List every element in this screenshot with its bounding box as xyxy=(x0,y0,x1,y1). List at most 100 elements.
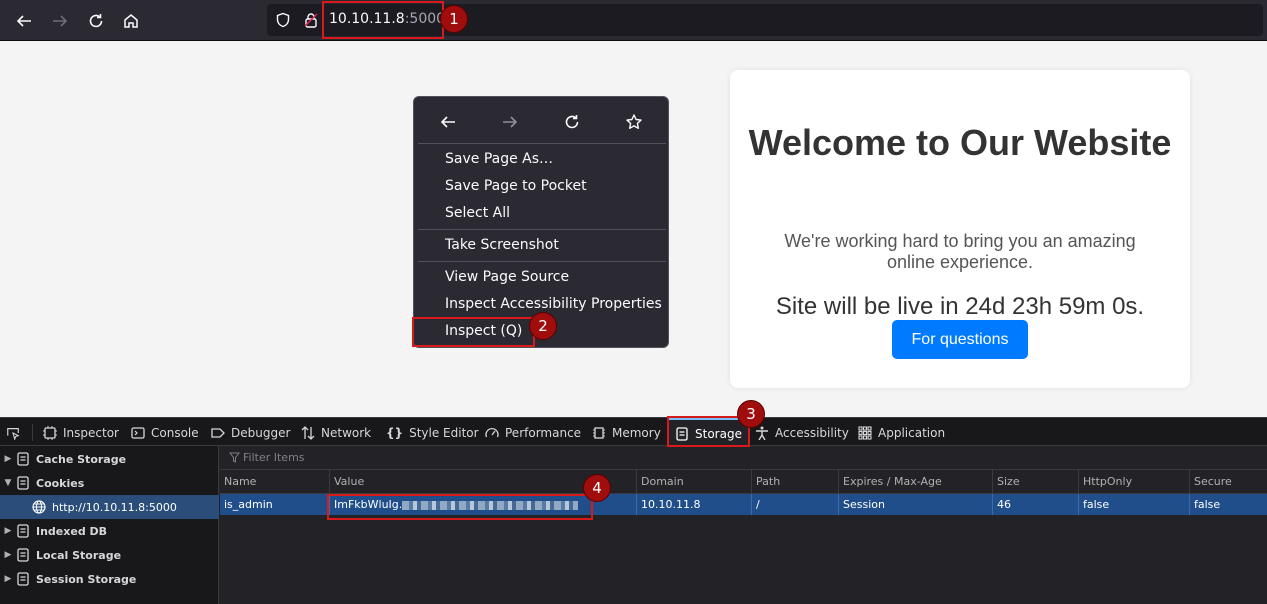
menu-separator xyxy=(418,143,666,144)
forward-arrow-icon[interactable] xyxy=(497,109,523,135)
menu-separator xyxy=(418,261,666,262)
filter-bar[interactable]: Filter Items xyxy=(220,446,1267,470)
annotation-badge-3: 3 xyxy=(737,400,765,428)
application-grid-icon xyxy=(858,425,872,440)
tab-style-editor[interactable]: {} Style Editor xyxy=(386,418,479,447)
sidebar-item-label: Local Storage xyxy=(36,548,122,562)
tab-accessibility[interactable]: Accessibility xyxy=(755,418,849,447)
sidebar-item-label: Cookies xyxy=(36,476,85,490)
sidebar-item-indexed-db[interactable]: ▶ Indexed DB xyxy=(0,519,219,543)
annotation-box-storage xyxy=(667,416,750,447)
column-header-path[interactable]: Path xyxy=(752,470,839,494)
cookie-secure[interactable]: false xyxy=(1190,494,1267,515)
reload-icon[interactable] xyxy=(559,109,585,135)
memory-icon xyxy=(593,426,605,439)
debugger-icon xyxy=(211,427,225,438)
collapse-triangle-icon[interactable]: ▼ xyxy=(0,478,16,488)
annotation-badge-2: 2 xyxy=(529,312,557,340)
accessibility-icon xyxy=(756,426,768,440)
tab-label: Style Editor xyxy=(409,425,479,440)
shield-icon[interactable] xyxy=(275,12,291,28)
storage-icon xyxy=(17,524,29,538)
sidebar-item-label: Cache Storage xyxy=(36,452,127,466)
lock-icon[interactable] xyxy=(303,12,319,28)
storage-icon xyxy=(17,572,29,586)
column-header-secure[interactable]: Secure xyxy=(1190,470,1267,494)
storage-icon xyxy=(17,548,29,562)
menu-separator xyxy=(418,229,666,230)
tab-label: Console xyxy=(151,425,199,440)
forward-arrow-icon[interactable] xyxy=(47,8,73,34)
tab-console[interactable]: Console xyxy=(131,418,199,447)
context-menu: Save Page As… Save Page to Pocket Select… xyxy=(413,96,669,348)
sidebar-item-cache-storage[interactable]: ▶ Cache Storage xyxy=(0,447,219,471)
cookie-path[interactable]: / xyxy=(752,494,839,515)
cookie-size[interactable]: 46 xyxy=(993,494,1079,515)
cookie-name[interactable]: is_admin xyxy=(220,494,330,515)
table-header: Name Value Domain Path Expires / Max-Age… xyxy=(220,470,1267,494)
tab-label: Performance xyxy=(505,425,582,440)
cookie-domain[interactable]: 10.10.11.8 xyxy=(637,494,752,515)
storage-icon xyxy=(17,452,29,466)
tab-network[interactable]: Network xyxy=(301,418,371,447)
tab-label: Application xyxy=(878,425,946,440)
expand-triangle-icon[interactable]: ▶ xyxy=(0,454,16,464)
page-title: Welcome to Our Website xyxy=(748,122,1172,163)
network-icon xyxy=(301,425,315,440)
expand-triangle-icon[interactable]: ▶ xyxy=(0,574,16,584)
tab-inspector[interactable]: Inspector xyxy=(43,418,119,447)
sidebar-item-cookie-origin[interactable]: http://10.10.11.8:5000 xyxy=(0,495,219,519)
back-arrow-icon[interactable] xyxy=(435,109,461,135)
annotation-badge-1: 1 xyxy=(440,5,468,33)
menu-item-save-to-pocket[interactable]: Save Page to Pocket xyxy=(445,178,587,194)
sidebar-item-session-storage[interactable]: ▶ Session Storage xyxy=(0,567,219,591)
browser-toolbar: 10.10.11.8:5000 xyxy=(0,0,1267,41)
tab-label: Inspector xyxy=(63,425,119,440)
column-header-size[interactable]: Size xyxy=(993,470,1079,494)
column-header-expires[interactable]: Expires / Max-Age xyxy=(839,470,993,494)
tab-label: Debugger xyxy=(231,425,291,440)
performance-icon xyxy=(485,427,499,437)
element-picker-icon[interactable] xyxy=(6,418,20,447)
annotation-box-url xyxy=(322,1,444,39)
sidebar-item-label: Indexed DB xyxy=(36,524,108,538)
welcome-card: Welcome to Our Website We're working har… xyxy=(730,70,1190,388)
home-icon[interactable] xyxy=(118,8,144,34)
bookmark-star-icon[interactable] xyxy=(621,109,647,135)
annotation-badge-4: 4 xyxy=(583,474,611,502)
menu-item-select-all[interactable]: Select All xyxy=(445,205,510,221)
column-header-domain[interactable]: Domain xyxy=(637,470,752,494)
expand-triangle-icon[interactable]: ▶ xyxy=(0,550,16,560)
countdown-text: Site will be live in 24d 23h 59m 0s. xyxy=(775,293,1145,320)
reload-icon[interactable] xyxy=(83,8,109,34)
column-header-name[interactable]: Name xyxy=(220,470,330,494)
menu-item-view-source[interactable]: View Page Source xyxy=(445,269,569,285)
tab-memory[interactable]: Memory xyxy=(592,418,661,447)
sidebar-item-label: Session Storage xyxy=(36,572,137,586)
questions-button[interactable]: For questions xyxy=(892,320,1028,359)
menu-item-take-screenshot[interactable]: Take Screenshot xyxy=(445,237,559,253)
tab-debugger[interactable]: Debugger xyxy=(211,418,290,447)
filter-input[interactable]: Filter Items xyxy=(243,451,305,464)
sidebar-item-cookies[interactable]: ▼ Cookies xyxy=(0,471,219,495)
menu-item-inspect-accessibility[interactable]: Inspect Accessibility Properties xyxy=(445,296,662,312)
cookie-expires[interactable]: Session xyxy=(839,494,993,515)
annotation-box-cookie-value xyxy=(327,494,593,520)
tab-application[interactable]: Application xyxy=(858,418,945,447)
filter-icon xyxy=(229,452,240,463)
tab-label: Accessibility xyxy=(775,425,849,440)
annotation-box-inspect xyxy=(412,317,535,347)
sidebar-item-local-storage[interactable]: ▶ Local Storage xyxy=(0,543,219,567)
back-arrow-icon[interactable] xyxy=(11,8,37,34)
inspector-icon xyxy=(43,425,57,440)
devtools-panel: Inspector Console Debugger Network {} St… xyxy=(0,417,1267,604)
column-header-httponly[interactable]: HttpOnly xyxy=(1079,470,1190,494)
globe-icon xyxy=(32,500,46,514)
cookies-table-panel: Filter Items Name Value Domain Path Expi… xyxy=(220,446,1267,604)
devtools-tab-bar: Inspector Console Debugger Network {} St… xyxy=(0,417,1267,447)
tab-performance[interactable]: Performance xyxy=(485,418,581,447)
menu-item-save-page-as[interactable]: Save Page As… xyxy=(445,151,553,167)
cookie-httponly[interactable]: false xyxy=(1079,494,1190,515)
tab-label: Memory xyxy=(612,425,661,440)
expand-triangle-icon[interactable]: ▶ xyxy=(0,526,16,536)
